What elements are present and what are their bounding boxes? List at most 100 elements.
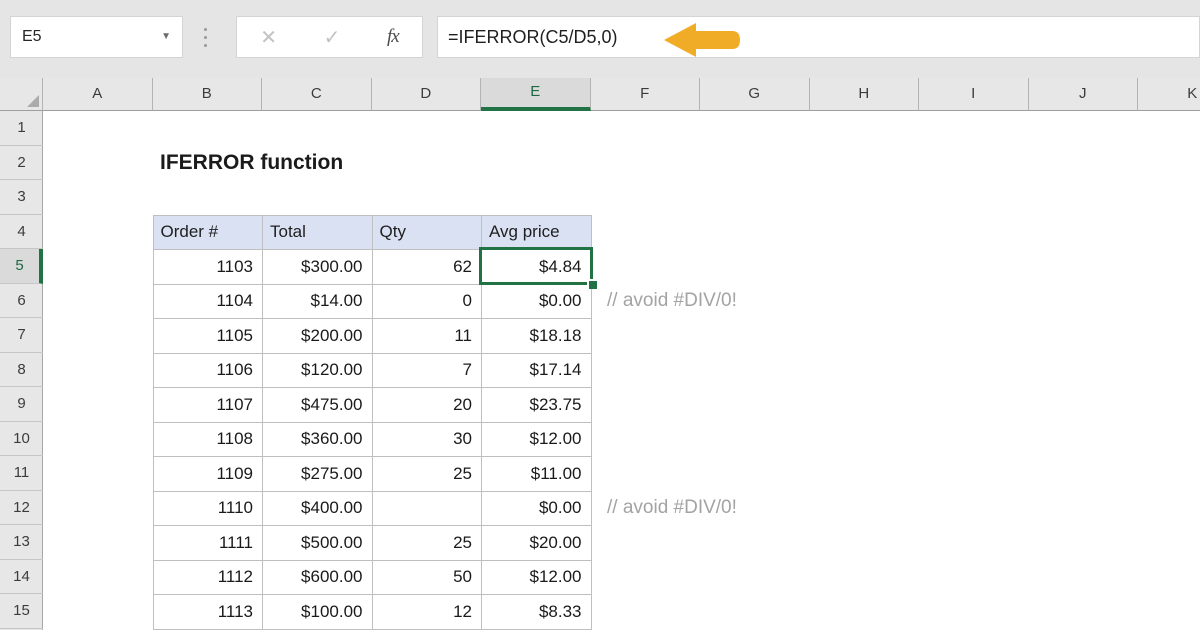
table-cell[interactable]: 1105 <box>154 319 264 354</box>
column-header-A[interactable]: A <box>43 78 153 111</box>
insert-function-icon[interactable]: fx <box>387 26 399 48</box>
table-cell[interactable]: $300.00 <box>263 250 373 285</box>
table-header-cell[interactable]: Avg price <box>482 216 592 251</box>
chevron-down-icon[interactable]: ▼ <box>161 32 171 42</box>
column-header-B[interactable]: B <box>153 78 263 111</box>
table-cell[interactable]: $4.84 <box>482 250 592 285</box>
table-header-cell[interactable]: Total <box>263 216 373 251</box>
table-cell[interactable]: $0.00 <box>482 492 592 527</box>
formula-bar[interactable]: =IFERROR(C5/D5,0) <box>437 16 1200 58</box>
table-cell[interactable]: 25 <box>373 526 483 561</box>
row-header-5[interactable]: 5 <box>0 249 43 284</box>
table-header-cell[interactable]: Order # <box>154 216 264 251</box>
table-row: 1108$360.0030$12.00 <box>154 423 592 458</box>
row-header-2[interactable]: 2 <box>0 146 43 181</box>
row-header-12[interactable]: 12 <box>0 491 43 526</box>
row-header-15[interactable]: 15 <box>0 594 43 629</box>
table-cell[interactable]: $200.00 <box>263 319 373 354</box>
table-cell[interactable]: $400.00 <box>263 492 373 527</box>
row-header-13[interactable]: 13 <box>0 525 43 560</box>
column-header-K[interactable]: K <box>1138 78 1200 111</box>
table-header-cell[interactable]: Qty <box>373 216 483 251</box>
table-cell[interactable]: 1113 <box>154 595 264 630</box>
column-header-J[interactable]: J <box>1029 78 1139 111</box>
row-header-6[interactable]: 6 <box>0 284 43 319</box>
table-row: 1104$14.000$0.00 <box>154 285 592 320</box>
table-cell[interactable]: 1108 <box>154 423 264 458</box>
table-row: 1103$300.0062$4.84 <box>154 250 592 285</box>
row-header-3[interactable]: 3 <box>0 180 43 215</box>
fill-handle[interactable] <box>587 279 597 289</box>
table-cell[interactable]: 20 <box>373 388 483 423</box>
toolbar-separator-dots <box>204 28 207 47</box>
table-header-row: Order #TotalQtyAvg price <box>154 216 592 251</box>
name-box-value: E5 <box>22 28 42 46</box>
column-header-H[interactable]: H <box>810 78 920 111</box>
table-cell[interactable]: $120.00 <box>263 354 373 389</box>
table-cell[interactable]: $11.00 <box>482 457 592 492</box>
page-title[interactable]: IFERROR function <box>160 146 343 181</box>
table-cell[interactable]: 7 <box>373 354 483 389</box>
table-cell[interactable]: 1104 <box>154 285 264 320</box>
table-row: 1105$200.0011$18.18 <box>154 319 592 354</box>
table-cell[interactable]: $18.18 <box>482 319 592 354</box>
table-cell[interactable]: $600.00 <box>263 561 373 596</box>
column-header-C[interactable]: C <box>262 78 372 111</box>
table-cell[interactable]: 0 <box>373 285 483 320</box>
table-cell[interactable]: $12.00 <box>482 423 592 458</box>
table-cell[interactable]: $100.00 <box>263 595 373 630</box>
row-header-9[interactable]: 9 <box>0 387 43 422</box>
table-cell[interactable]: 1112 <box>154 561 264 596</box>
table-cell[interactable]: $20.00 <box>482 526 592 561</box>
table-cell[interactable] <box>373 492 483 527</box>
table-cell[interactable]: 25 <box>373 457 483 492</box>
table-cell[interactable]: 11 <box>373 319 483 354</box>
row-header-11[interactable]: 11 <box>0 456 43 491</box>
excel-window: E5 ▼ ✕ ✓ fx =IFERROR(C5/D5,0) ABCDEFGHIJ… <box>0 0 1200 630</box>
enter-icon[interactable]: ✓ <box>324 25 341 50</box>
table-row: 1109$275.0025$11.00 <box>154 457 592 492</box>
table-cell[interactable]: 1103 <box>154 250 264 285</box>
table-cell[interactable]: $500.00 <box>263 526 373 561</box>
row-header-7[interactable]: 7 <box>0 318 43 353</box>
column-header-G[interactable]: G <box>700 78 810 111</box>
data-table: Order #TotalQtyAvg price1103$300.0062$4.… <box>153 215 592 630</box>
table-cell[interactable]: $360.00 <box>263 423 373 458</box>
select-all-button[interactable] <box>0 78 43 111</box>
cancel-icon[interactable]: ✕ <box>260 25 277 50</box>
table-cell[interactable]: 1107 <box>154 388 264 423</box>
table-row: 1107$475.0020$23.75 <box>154 388 592 423</box>
table-cell[interactable]: 1111 <box>154 526 264 561</box>
table-cell[interactable]: $17.14 <box>482 354 592 389</box>
table-cell[interactable]: $275.00 <box>263 457 373 492</box>
formula-buttons: ✕ ✓ fx <box>236 16 423 58</box>
table-cell[interactable]: $14.00 <box>263 285 373 320</box>
row-header-1[interactable]: 1 <box>0 111 43 146</box>
column-header-F[interactable]: F <box>591 78 701 111</box>
table-cell[interactable]: 30 <box>373 423 483 458</box>
table-cell[interactable]: $23.75 <box>482 388 592 423</box>
table-cell[interactable]: $12.00 <box>482 561 592 596</box>
row-header-8[interactable]: 8 <box>0 353 43 388</box>
table-cell[interactable]: 12 <box>373 595 483 630</box>
table-row: 1106$120.007$17.14 <box>154 354 592 389</box>
row-header-10[interactable]: 10 <box>0 422 43 457</box>
cell-annotation[interactable]: // avoid #DIV/0! <box>607 284 737 319</box>
table-cell[interactable]: $475.00 <box>263 388 373 423</box>
table-cell[interactable]: $0.00 <box>482 285 592 320</box>
row-header-strip: 123456789101112131415 <box>0 111 43 630</box>
column-header-D[interactable]: D <box>372 78 482 111</box>
column-header-E[interactable]: E <box>481 78 591 111</box>
column-header-I[interactable]: I <box>919 78 1029 111</box>
table-cell[interactable]: $8.33 <box>482 595 592 630</box>
table-cell[interactable]: 62 <box>373 250 483 285</box>
table-row: 1110$400.00 $0.00 <box>154 492 592 527</box>
cell-annotation[interactable]: // avoid #DIV/0! <box>607 491 737 526</box>
name-box[interactable]: E5 ▼ <box>10 16 183 58</box>
row-header-4[interactable]: 4 <box>0 215 43 250</box>
table-cell[interactable]: 1110 <box>154 492 264 527</box>
table-cell[interactable]: 1106 <box>154 354 264 389</box>
table-cell[interactable]: 1109 <box>154 457 264 492</box>
table-cell[interactable]: 50 <box>373 561 483 596</box>
row-header-14[interactable]: 14 <box>0 560 43 595</box>
